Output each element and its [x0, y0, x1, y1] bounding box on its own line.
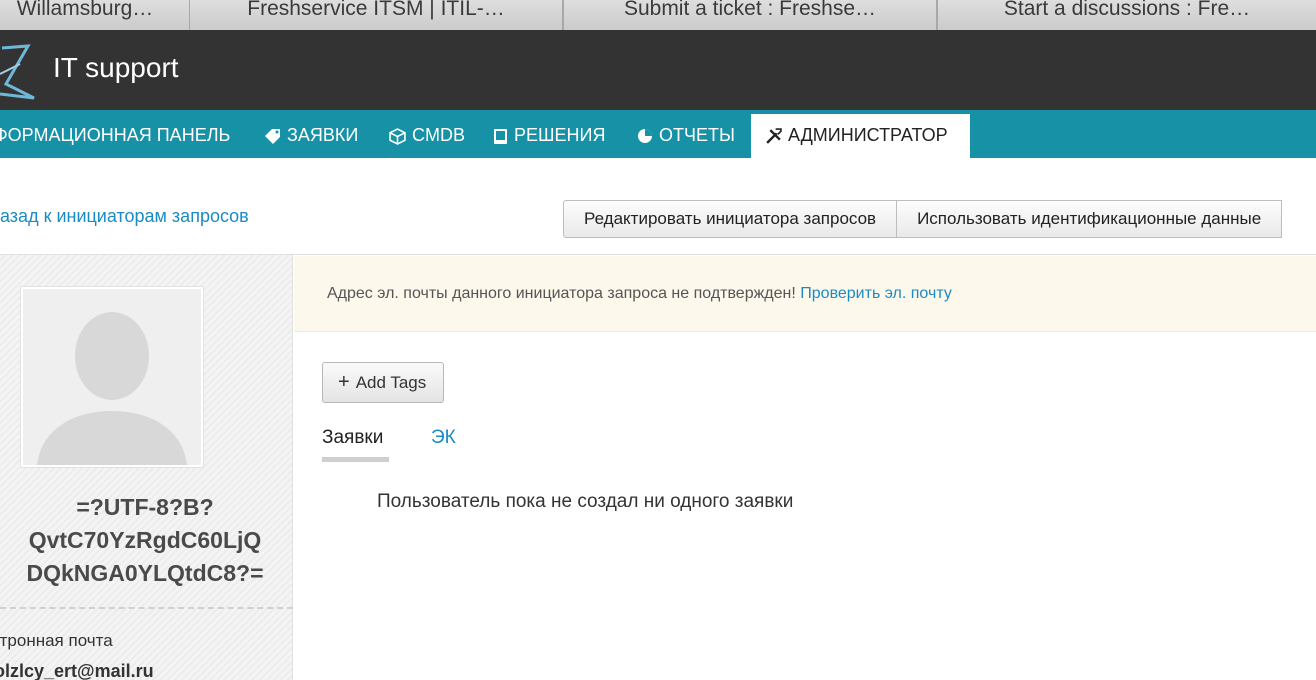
- tools-icon: [766, 127, 782, 144]
- requester-name-line: =?UTF-8?B?: [76, 494, 214, 520]
- email-label: ктронная почта: [0, 631, 113, 650]
- browser-tab-strip: Willamsburg… Freshservice ITSM | ITIL-… …: [0, 0, 1316, 30]
- nav-item-cmdb[interactable]: CMDB: [389, 110, 465, 158]
- tab-ek[interactable]: ЭК: [431, 427, 456, 449]
- browser-tab[interactable]: Freshservice ITSM | ITIL-…: [189, 0, 563, 30]
- empty-state-message: Пользователь пока не создал ни одного за…: [377, 491, 794, 512]
- ticket-icon: [265, 129, 280, 145]
- app-header: IT support: [0, 30, 1316, 110]
- active-tab-indicator: [322, 457, 389, 462]
- email-unverified-banner: Адрес эл. почты данного инициатора запро…: [294, 256, 1316, 332]
- nav-item-label: ЗАЯВКИ: [287, 125, 359, 145]
- divider: [0, 607, 293, 609]
- nav-item-label: ФОРМАЦИОННАЯ ПАНЕЛЬ: [0, 125, 231, 145]
- nav-item-label: ОТЧЕТЫ: [659, 125, 735, 145]
- book-icon: [494, 128, 507, 144]
- browser-tab-label: Willamsburg…: [16, 0, 154, 20]
- requester-sidebar: =?UTF-8?B? QvtC70YzRgdC60LjQ DQkNGA0YLQt…: [0, 255, 293, 680]
- warning-text: Адрес эл. почты данного инициатора запро…: [327, 285, 801, 302]
- browser-tab[interactable]: Willamsburg…: [0, 0, 190, 30]
- logo-icon[interactable]: [0, 44, 36, 100]
- edit-requester-button[interactable]: Редактировать инициатора запросов: [563, 200, 898, 238]
- cube-icon: [389, 127, 406, 145]
- verify-email-link[interactable]: Проверить эл. почту: [800, 285, 952, 302]
- plus-icon: +: [338, 371, 350, 393]
- default-avatar-icon: [23, 289, 201, 465]
- back-to-requesters-link[interactable]: азад к инициаторам запросов: [0, 206, 249, 227]
- requester-name-line: DQkNGA0YLQtdC8?=: [26, 560, 264, 586]
- requester-name: =?UTF-8?B? QvtC70YzRgdC60LjQ DQkNGA0YLQt…: [0, 491, 310, 590]
- requester-actions: Редактировать инициатора запросов Исполь…: [563, 200, 1283, 238]
- nav-item-reports[interactable]: ОТЧЕТЫ: [637, 110, 735, 158]
- browser-tab-label: Submit a ticket : Freshse…: [623, 0, 877, 20]
- nav-item-admin[interactable]: АДМИНИСТРАТОР: [751, 114, 970, 158]
- nav-item-solutions[interactable]: РЕШЕНИЯ: [493, 110, 605, 158]
- nav-item-label: АДМИНИСТРАТОР: [788, 125, 948, 145]
- add-tags-label: Add Tags: [355, 373, 427, 392]
- nav-item-tickets[interactable]: ЗАЯВКИ: [265, 110, 358, 158]
- requester-name-line: QvtC70YzRgdC60LjQ: [28, 527, 262, 553]
- browser-tab[interactable]: Submit a ticket : Freshse…: [563, 0, 937, 30]
- pie-chart-icon: [638, 129, 652, 144]
- browser-tab[interactable]: Start a discussions : Fre…: [937, 0, 1316, 30]
- browser-tab-label: Freshservice ITSM | ITIL-…: [247, 0, 505, 20]
- warning-message: Адрес эл. почты данного инициатора запро…: [327, 285, 952, 303]
- browser-tab-label: Start a discussions : Fre…: [1003, 0, 1251, 20]
- impersonate-button[interactable]: Использовать идентификационные данные: [897, 200, 1283, 238]
- app-title: IT support: [53, 52, 179, 83]
- nav-item-label: РЕШЕНИЯ: [514, 125, 606, 145]
- add-tags-button[interactable]: + Add Tags: [322, 362, 444, 403]
- email-value: olzlcy_ert@mail.ru: [0, 661, 154, 680]
- avatar: [20, 286, 204, 468]
- tab-tickets[interactable]: Заявки: [322, 427, 383, 449]
- nav-item-dashboard[interactable]: ФОРМАЦИОННАЯ ПАНЕЛЬ: [0, 110, 230, 158]
- main-nav: ФОРМАЦИОННАЯ ПАНЕЛЬ ЗАЯВКИ CMDB РЕШЕНИЯ …: [0, 110, 1316, 158]
- nav-item-label: CMDB: [412, 125, 465, 145]
